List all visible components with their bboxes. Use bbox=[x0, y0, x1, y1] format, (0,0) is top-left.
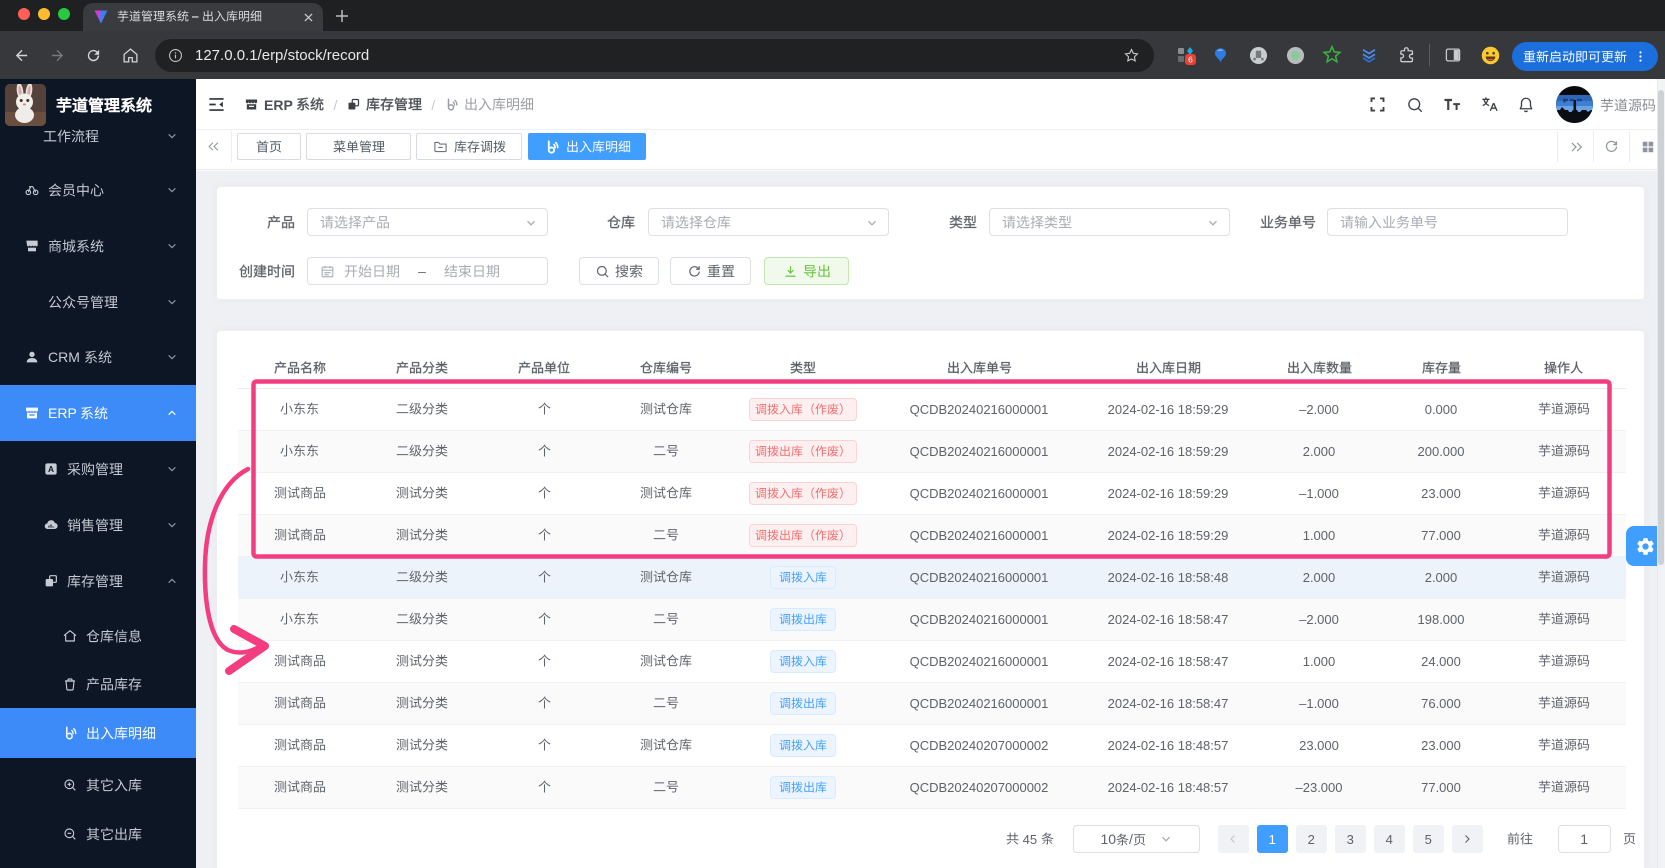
svg-text:A: A bbox=[48, 464, 54, 474]
svg-text:6: 6 bbox=[1188, 54, 1193, 64]
